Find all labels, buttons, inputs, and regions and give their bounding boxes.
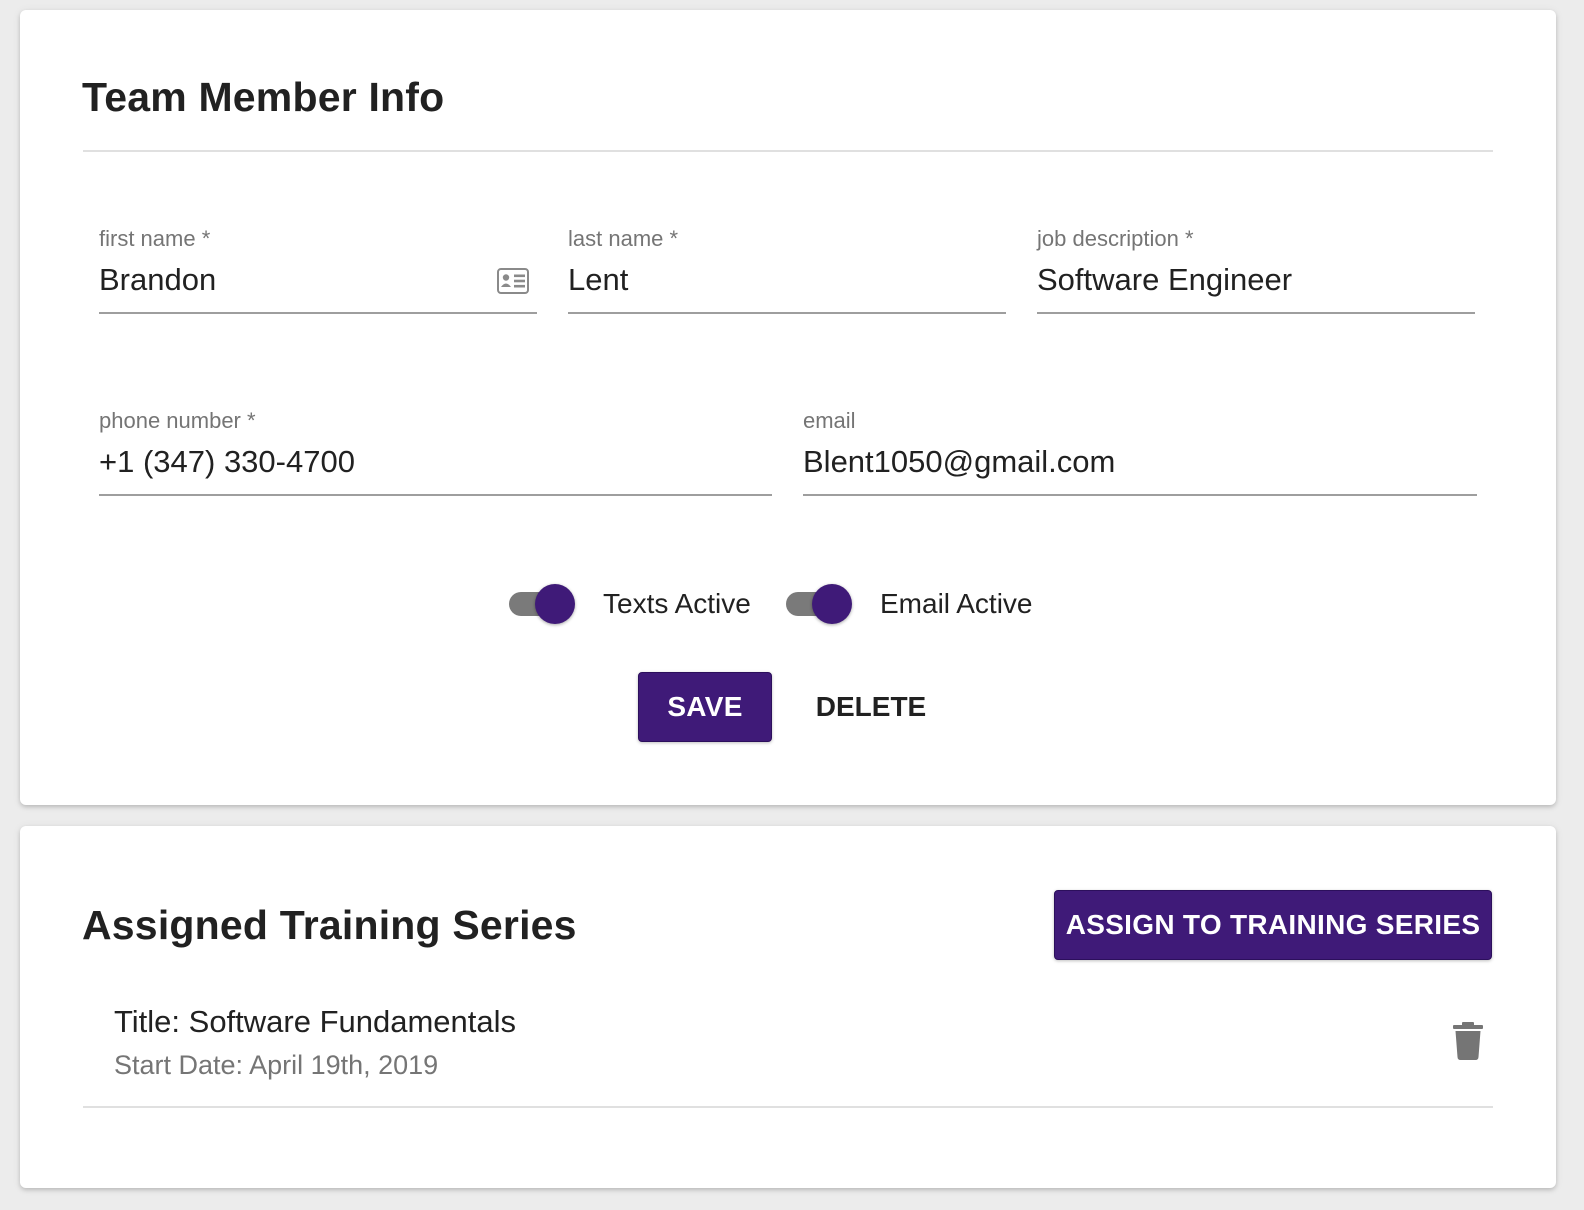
first-name-underline (99, 312, 537, 314)
team-member-info-card: Team Member Info first name * last name … (20, 10, 1556, 805)
phone-number-input[interactable] (99, 440, 772, 484)
save-button[interactable]: SAVE (638, 672, 772, 742)
last-name-field: last name * (568, 226, 1006, 318)
phone-number-underline (99, 494, 772, 496)
assign-training-series-button[interactable]: ASSIGN TO TRAINING SERIES (1054, 890, 1492, 960)
title-divider (83, 150, 1493, 152)
email-active-toggle[interactable]: Email Active (786, 582, 1033, 626)
contact-card-icon[interactable] (497, 268, 529, 294)
last-name-label: last name * (568, 226, 679, 251)
list-divider (83, 1106, 1493, 1108)
assigned-training-card: Assigned Training Series ASSIGN TO TRAIN… (20, 826, 1556, 1188)
job-description-field: job description * (1037, 226, 1475, 318)
texts-active-label: Texts Active (603, 588, 751, 619)
phone-number-field: phone number * (99, 408, 772, 500)
job-description-label: job description * (1037, 226, 1194, 251)
series-title: Title: Software Fundamentals (114, 1004, 517, 1039)
phone-number-label: phone number * (99, 408, 256, 433)
delete-button[interactable]: DELETE (804, 672, 938, 742)
trash-icon[interactable] (1453, 1022, 1483, 1060)
texts-active-switch-thumb[interactable] (535, 584, 575, 624)
email-label: email (803, 408, 856, 433)
series-start-date: Start Date: April 19th, 2019 (114, 1050, 439, 1080)
last-name-underline (568, 312, 1006, 314)
email-input[interactable] (803, 440, 1477, 484)
job-description-input[interactable] (1037, 258, 1475, 302)
email-field: email (803, 408, 1477, 500)
email-active-label: Email Active (880, 588, 1033, 619)
job-description-underline (1037, 312, 1475, 314)
email-underline (803, 494, 1477, 496)
section-title: Assigned Training Series (82, 902, 577, 948)
email-active-switch-thumb[interactable] (812, 584, 852, 624)
email-active-switch[interactable] (786, 584, 852, 624)
last-name-input[interactable] (568, 258, 1006, 302)
first-name-label: first name * (99, 226, 211, 251)
texts-active-switch[interactable] (509, 584, 575, 624)
first-name-input[interactable] (99, 258, 479, 302)
first-name-field: first name * (99, 226, 537, 318)
texts-active-toggle[interactable]: Texts Active (509, 582, 751, 626)
list-item[interactable]: Title: Software Fundamentals Start Date:… (83, 996, 1493, 1106)
page-title: Team Member Info (82, 74, 445, 120)
